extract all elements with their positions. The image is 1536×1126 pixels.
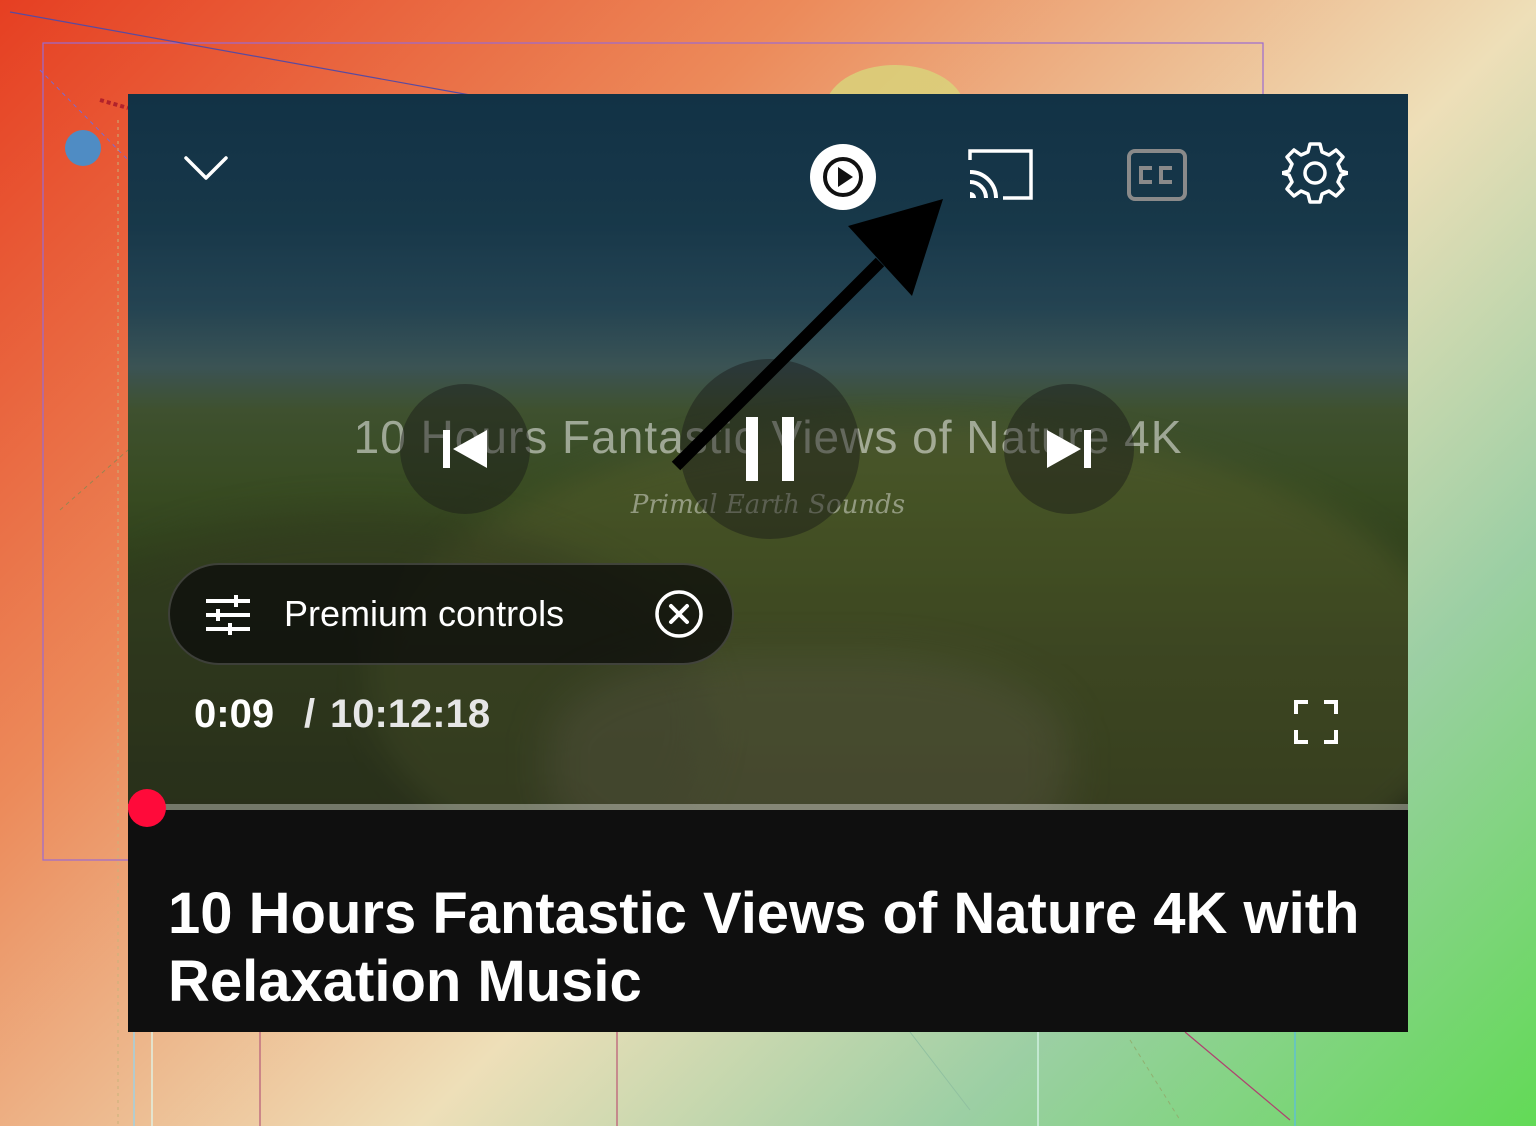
background-dot bbox=[65, 130, 101, 166]
previous-button[interactable] bbox=[400, 384, 530, 514]
cast-button[interactable] bbox=[964, 144, 1036, 204]
minimize-button[interactable] bbox=[176, 146, 236, 190]
fullscreen-button[interactable] bbox=[1290, 696, 1342, 748]
autoplay-toggle-icon bbox=[810, 144, 876, 210]
settings-button[interactable] bbox=[1280, 138, 1350, 208]
close-circle-icon bbox=[655, 590, 703, 638]
premium-controls-dismiss-button[interactable] bbox=[654, 589, 704, 639]
next-button[interactable] bbox=[1004, 384, 1134, 514]
play-pause-button[interactable] bbox=[680, 359, 860, 539]
chevron-down-icon bbox=[184, 156, 228, 180]
time-separator: / bbox=[304, 692, 316, 736]
current-time: 0:09 bbox=[194, 692, 275, 736]
autoplay-toggle-button[interactable] bbox=[808, 142, 878, 212]
fullscreen-icon bbox=[1294, 700, 1338, 744]
cast-icon bbox=[968, 149, 1033, 200]
captions-button[interactable] bbox=[1124, 146, 1190, 204]
gear-icon bbox=[1282, 142, 1348, 204]
progress-bar[interactable] bbox=[128, 804, 1408, 810]
pause-icon bbox=[746, 417, 794, 481]
video-title: 10 Hours Fantastic Views of Nature 4K wi… bbox=[168, 881, 1360, 1014]
closed-captions-icon bbox=[1127, 149, 1187, 201]
video-player[interactable]: 10 Hours Fantastic Views of Nature 4K Pr… bbox=[128, 94, 1408, 1032]
total-duration: 10:12:18 bbox=[330, 692, 491, 736]
premium-controls-label: Premium controls bbox=[284, 593, 565, 634]
skip-next-icon bbox=[1047, 430, 1091, 468]
sliders-icon bbox=[206, 595, 250, 635]
premium-controls-chip[interactable]: Premium controls bbox=[168, 563, 734, 665]
video-info-panel: 10 Hours Fantastic Views of Nature 4K wi… bbox=[128, 810, 1408, 1032]
skip-previous-icon bbox=[443, 430, 487, 468]
